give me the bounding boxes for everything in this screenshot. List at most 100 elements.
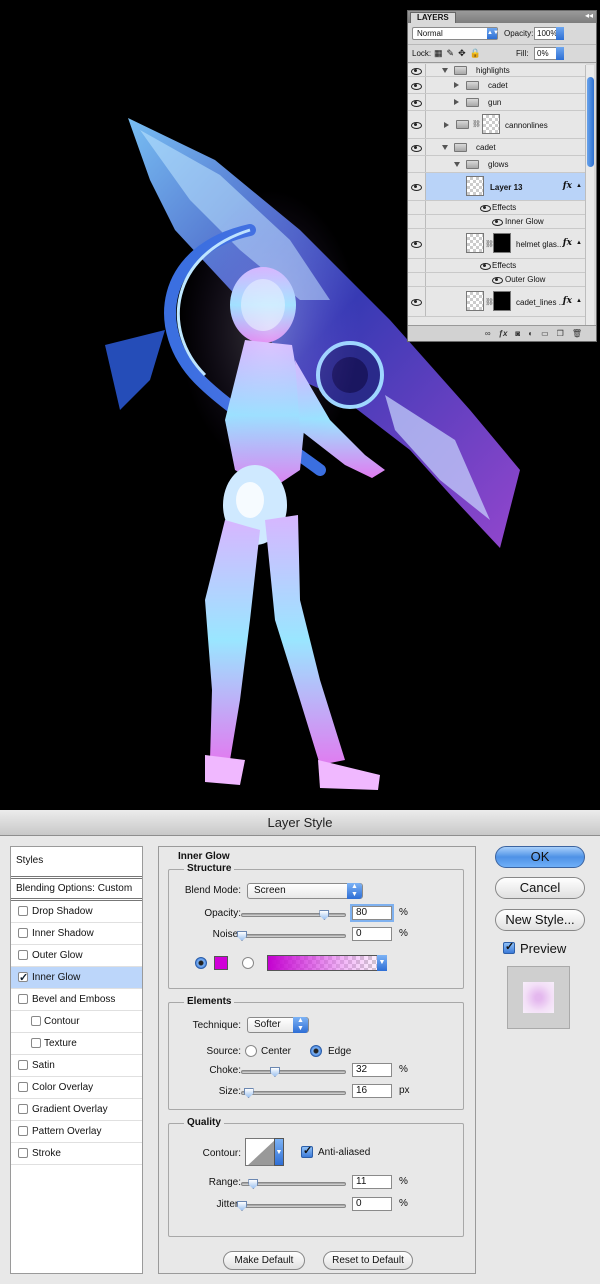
style-checkbox[interactable]: [18, 1082, 28, 1092]
layer-row-cadet[interactable]: cadet: [408, 77, 586, 94]
style-item-stroke[interactable]: Stroke: [11, 1143, 142, 1165]
jitter-input[interactable]: 0: [352, 1197, 392, 1211]
slider-knob[interactable]: [243, 1088, 254, 1098]
collapse-triangle-icon[interactable]: [442, 68, 448, 73]
lock-all-icon[interactable]: 🔒: [470, 48, 481, 59]
fx-icon[interactable]: fx: [563, 181, 572, 191]
style-item-satin[interactable]: Satin: [11, 1055, 142, 1077]
slider-knob[interactable]: [248, 1179, 259, 1189]
layer-row-gun[interactable]: gun: [408, 94, 586, 111]
fill-input[interactable]: 0%: [534, 47, 564, 60]
fill-dropdown-icon[interactable]: [556, 47, 564, 60]
layer-thumbnail[interactable]: [466, 233, 484, 253]
glow-color-swatch[interactable]: [214, 956, 228, 970]
new-style-button[interactable]: New Style...: [495, 909, 585, 931]
eye-icon[interactable]: [411, 68, 422, 75]
style-checkbox[interactable]: [18, 1148, 28, 1158]
eye-icon[interactable]: [492, 219, 503, 226]
opacity-dropdown-icon[interactable]: [556, 27, 564, 40]
eye-icon[interactable]: [492, 277, 503, 284]
layers-scrollbar[interactable]: [585, 65, 594, 327]
layer-row-highlights[interactable]: highlights: [408, 64, 586, 77]
style-checkbox[interactable]: [18, 950, 28, 960]
eye-icon[interactable]: [480, 263, 491, 270]
opacity-input[interactable]: 80: [352, 906, 392, 920]
eye-icon[interactable]: [411, 100, 422, 107]
effects-toggle-icon[interactable]: ▲: [576, 183, 582, 189]
layer-mask-thumbnail[interactable]: [493, 233, 511, 253]
style-checkbox[interactable]: [18, 994, 28, 1004]
layer-row-cannonlines[interactable]: ⛓ cannonlines: [408, 111, 586, 139]
style-item-contour[interactable]: Contour: [11, 1011, 142, 1033]
layers-tab[interactable]: LAYERS: [410, 12, 456, 23]
cancel-button[interactable]: Cancel: [495, 877, 585, 899]
style-item-inner-glow[interactable]: Inner Glow: [11, 967, 142, 989]
size-slider[interactable]: [241, 1088, 346, 1098]
eye-icon[interactable]: [411, 184, 422, 191]
eye-icon[interactable]: [411, 299, 422, 306]
collapse-icon[interactable]: ◂◂: [585, 11, 593, 20]
source-center-radio[interactable]: [245, 1045, 257, 1057]
style-item-inner-shadow[interactable]: Inner Shadow: [11, 923, 142, 945]
new-layer-icon[interactable]: ❐: [557, 329, 564, 338]
contour-dropdown-arrow-icon[interactable]: ▼: [274, 1138, 284, 1166]
preview-checkbox[interactable]: [503, 940, 515, 954]
trash-icon[interactable]: 🗑: [572, 329, 582, 338]
effect-row-inner-glow[interactable]: Inner Glow: [408, 215, 586, 229]
style-checkbox[interactable]: [18, 1060, 28, 1070]
gradient-radio[interactable]: [242, 957, 254, 969]
effects-toggle-icon[interactable]: ▲: [576, 240, 582, 246]
choke-slider[interactable]: [241, 1067, 346, 1077]
blend-mode-select[interactable]: Normal ▲▼: [412, 27, 499, 40]
style-checkbox[interactable]: [31, 1038, 41, 1048]
expand-triangle-icon[interactable]: [454, 82, 459, 88]
expand-triangle-icon[interactable]: [454, 99, 459, 105]
new-group-icon[interactable]: ▭: [541, 329, 549, 338]
scrollbar-thumb[interactable]: [587, 77, 594, 167]
style-checkbox[interactable]: [18, 1104, 28, 1114]
styles-header[interactable]: Styles: [11, 847, 142, 879]
size-input[interactable]: 16: [352, 1084, 392, 1098]
eye-icon[interactable]: [411, 145, 422, 152]
opacity-slider[interactable]: [241, 910, 346, 920]
style-item-color-overlay[interactable]: Color Overlay: [11, 1077, 142, 1099]
eye-icon[interactable]: [411, 122, 422, 129]
reset-to-default-button[interactable]: Reset to Default: [323, 1251, 413, 1270]
choke-input[interactable]: 32: [352, 1063, 392, 1077]
style-checkbox[interactable]: [18, 928, 28, 938]
style-item-drop-shadow[interactable]: Drop Shadow: [11, 901, 142, 923]
technique-dropdown[interactable]: Softer ▲ ▼: [247, 1017, 309, 1033]
range-slider[interactable]: [241, 1179, 346, 1189]
fx-icon[interactable]: fx: [563, 238, 572, 248]
layer-mask-thumbnail[interactable]: [482, 114, 500, 134]
add-mask-icon[interactable]: ◙: [515, 329, 520, 338]
layer-mask-thumbnail[interactable]: [493, 291, 511, 311]
style-item-bevel-and-emboss[interactable]: Bevel and Emboss: [11, 989, 142, 1011]
range-input[interactable]: 11: [352, 1175, 392, 1189]
style-checkbox[interactable]: [18, 968, 28, 989]
slider-knob[interactable]: [319, 910, 330, 920]
effects-toggle-icon[interactable]: ▲: [576, 298, 582, 304]
eye-icon[interactable]: [480, 205, 491, 212]
ok-button[interactable]: OK: [495, 846, 585, 868]
style-item-outer-glow[interactable]: Outer Glow: [11, 945, 142, 967]
add-style-icon[interactable]: ƒx: [499, 329, 508, 338]
style-checkbox[interactable]: [31, 1016, 41, 1026]
style-item-pattern-overlay[interactable]: Pattern Overlay: [11, 1121, 142, 1143]
opacity-input[interactable]: 100%: [534, 27, 564, 40]
layer-thumbnail[interactable]: [466, 176, 484, 196]
layer-row-cadet-group[interactable]: cadet: [408, 139, 586, 156]
lock-paint-icon[interactable]: ✎: [447, 48, 455, 59]
style-item-texture[interactable]: Texture: [11, 1033, 142, 1055]
collapse-triangle-icon[interactable]: [454, 162, 460, 167]
effect-row-outer-glow[interactable]: Outer Glow: [408, 273, 586, 287]
layer-row-cadet-lines[interactable]: ⛓ cadet_lines ... fx ▲: [408, 287, 586, 317]
style-checkbox[interactable]: [18, 906, 28, 916]
layer-row-glows[interactable]: glows: [408, 156, 586, 173]
slider-knob[interactable]: [269, 1067, 280, 1077]
source-edge-radio[interactable]: [310, 1045, 322, 1057]
layer-row-helmet-glass[interactable]: ⛓ helmet glas... fx ▲: [408, 229, 586, 259]
collapse-triangle-icon[interactable]: [442, 145, 448, 150]
layer-row-layer-13[interactable]: Layer 13 fx ▲: [408, 173, 586, 201]
anti-aliased-checkbox[interactable]: [301, 1144, 313, 1158]
